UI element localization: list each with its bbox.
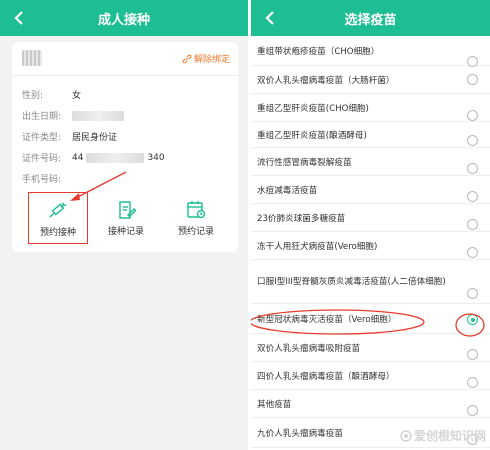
select-vaccine-panel: 选择疫苗 重组带状疱疹疫苗（CHO细胞） 双价人乳头瘤病毒疫苗（大肠杆菌） 重组…	[251, 0, 490, 450]
watermark-logo-icon	[400, 429, 412, 442]
annotation-arrow	[70, 171, 127, 201]
adult-vaccination-panel: 成人接种 解除绑定 性别: 女 出生日期: 证件类型: 居民身份证 证件号码: …	[0, 0, 248, 450]
annotation-marks	[251, 309, 485, 337]
watermark-text: 爱创根知识网	[413, 429, 486, 443]
watermark: 爱创根知识网	[400, 427, 486, 444]
